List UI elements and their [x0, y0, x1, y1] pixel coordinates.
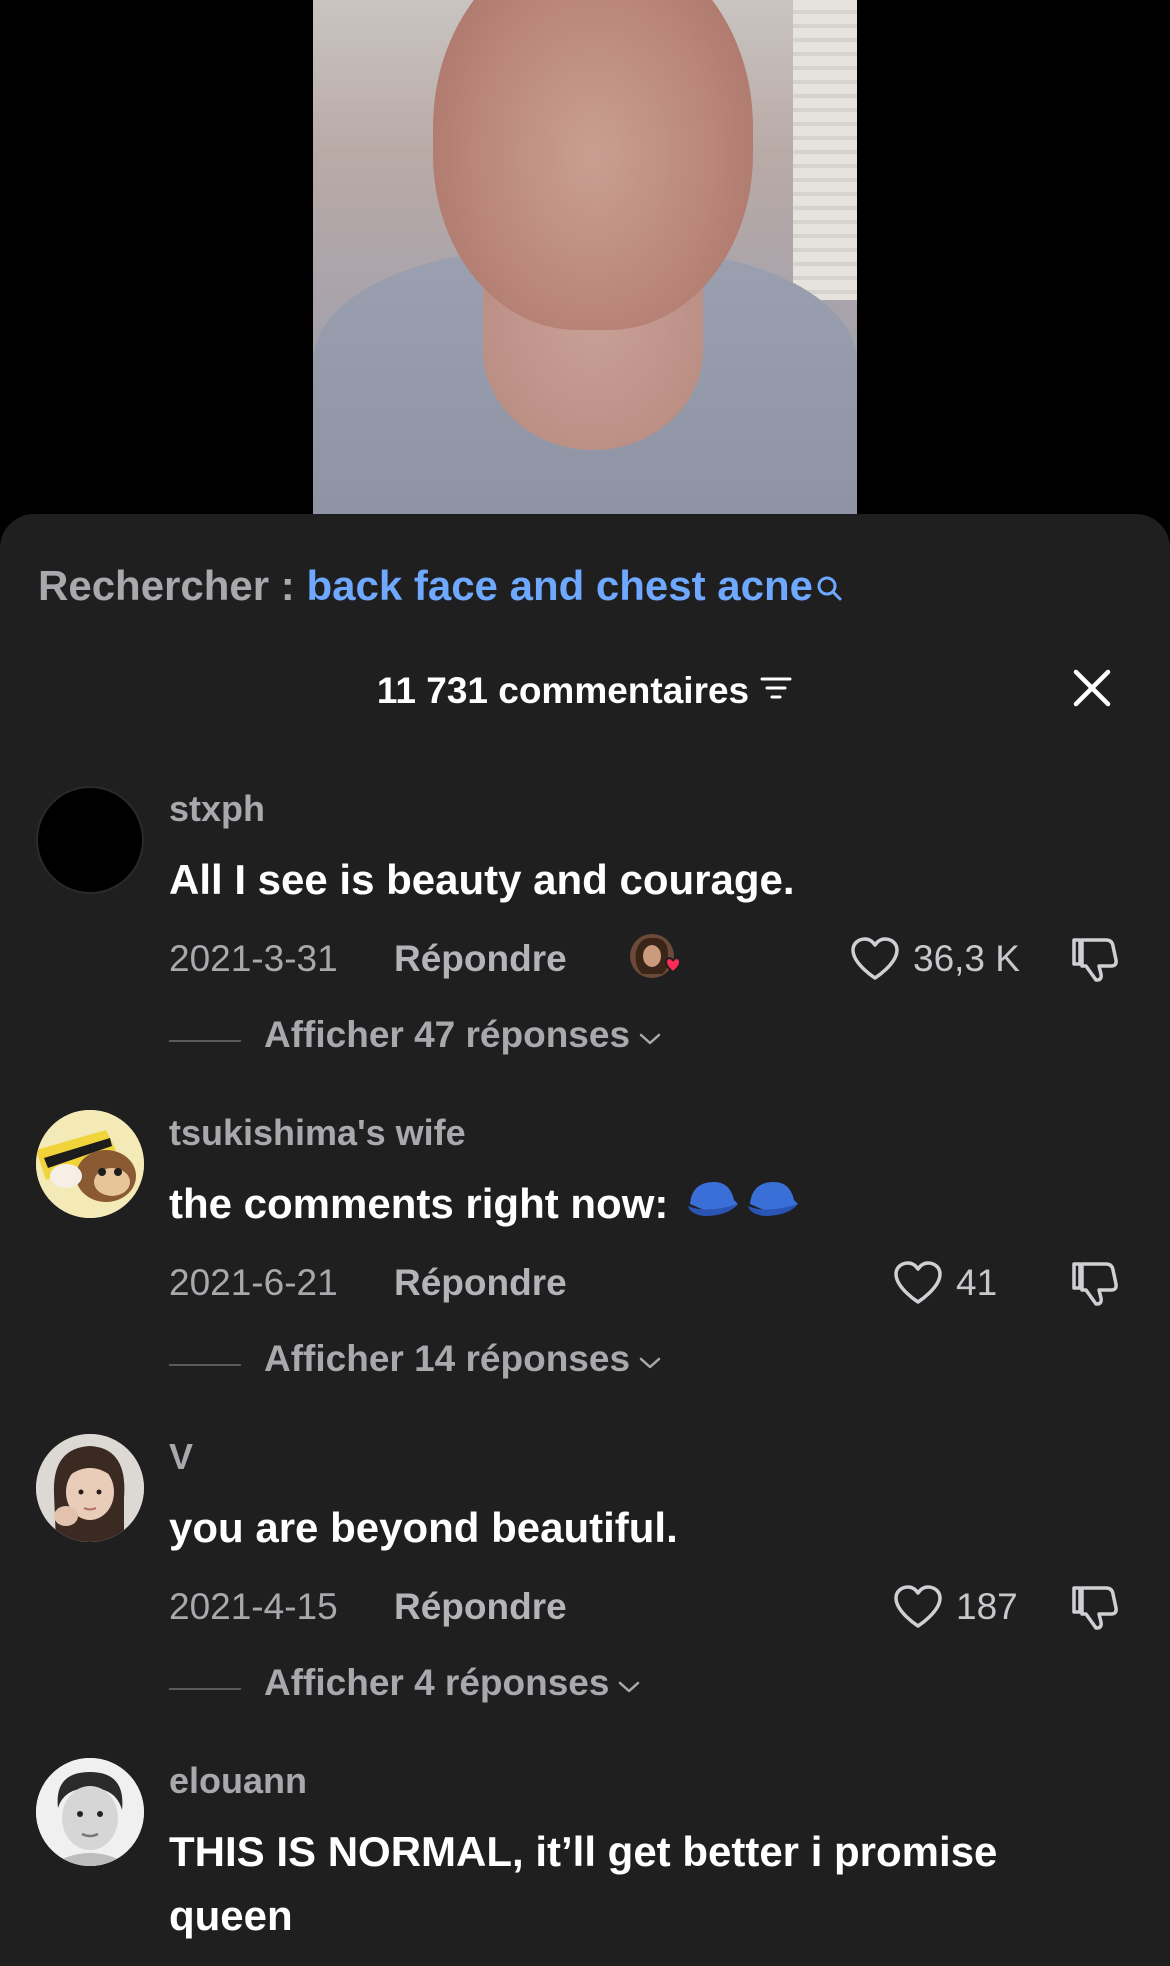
heart-icon[interactable] — [892, 1584, 944, 1630]
video-person-face — [433, 0, 753, 330]
avatar[interactable] — [36, 1434, 144, 1542]
dislike-icon[interactable] — [1068, 1258, 1120, 1313]
heart-icon[interactable] — [892, 1260, 944, 1306]
comments-sheet: Rechercher : back face and chest acne 11… — [0, 514, 1170, 1966]
replies-divider — [169, 1364, 241, 1366]
like-count: 41 — [956, 1262, 998, 1303]
comment-meta: 2021-4-15 Répondre 187 — [169, 1582, 1129, 1632]
search-term-link[interactable]: back face and chest acne — [306, 562, 813, 609]
replies-divider — [169, 1688, 241, 1690]
comment-date: 2021-4-15 — [169, 1586, 338, 1627]
comment-text[interactable]: the comments right now: — [169, 1172, 1119, 1240]
like-count: 36,3 K — [913, 938, 1020, 979]
avatar[interactable] — [36, 1110, 144, 1218]
reply-button[interactable]: Répondre — [394, 938, 567, 980]
close-icon[interactable] — [1068, 664, 1116, 712]
blue-cap-emoji-icon — [684, 1174, 802, 1240]
heart-icon[interactable] — [849, 936, 901, 982]
comment-username[interactable]: elouann — [169, 1760, 307, 1802]
comment-username[interactable]: V — [169, 1436, 193, 1478]
replies-label: Afficher 14 réponses — [264, 1338, 631, 1379]
avatar[interactable] — [36, 786, 144, 894]
replies-label: Afficher 47 réponses — [264, 1014, 631, 1055]
creator-liked-badge — [628, 932, 682, 982]
sort-icon[interactable] — [759, 669, 793, 711]
search-prefix: Rechercher : — [38, 562, 307, 609]
comment-date: 2021-3-31 — [169, 938, 338, 979]
reply-button[interactable]: Répondre — [394, 1586, 567, 1628]
comment-text[interactable]: you are beyond beautiful. — [169, 1496, 1119, 1560]
chevron-down-icon — [617, 1662, 641, 1704]
like-count: 187 — [956, 1586, 1018, 1627]
search-suggestion[interactable]: Rechercher : back face and chest acne — [38, 562, 843, 612]
reply-button[interactable]: Répondre — [394, 1262, 567, 1304]
comment-username[interactable]: tsukishima's wife — [169, 1112, 466, 1154]
comments-count-label: 11 731 commentaires — [376, 670, 750, 711]
comment-text-content: the comments right now: — [169, 1180, 669, 1227]
video-player[interactable] — [0, 0, 1170, 520]
window-blinds — [793, 0, 857, 300]
comment-username[interactable]: stxph — [169, 788, 265, 830]
avatar[interactable] — [36, 1758, 144, 1866]
comments-count-title[interactable]: 11 731 commentaires — [0, 670, 1170, 712]
search-icon[interactable] — [815, 564, 843, 612]
replies-label: Afficher 4 réponses — [264, 1662, 610, 1703]
comment-meta: 2021-6-21 Répondre 41 — [169, 1258, 1129, 1308]
video-frame[interactable] — [313, 0, 857, 514]
replies-divider — [169, 1040, 241, 1042]
view-replies-button[interactable]: Afficher 14 réponses — [169, 1338, 869, 1386]
view-replies-button[interactable]: Afficher 47 réponses — [169, 1014, 869, 1062]
comment-text[interactable]: All I see is beauty and courage. — [169, 848, 1119, 912]
chevron-down-icon — [638, 1014, 662, 1056]
comment-meta: 2021-3-31 Répondre 36,3 K — [169, 934, 1129, 984]
dislike-icon[interactable] — [1068, 1582, 1120, 1637]
comment-text[interactable]: THIS IS NORMAL, it’ll get better i promi… — [169, 1820, 1119, 1948]
dislike-icon[interactable] — [1068, 934, 1120, 989]
view-replies-button[interactable]: Afficher 4 réponses — [169, 1662, 869, 1710]
comment-date: 2021-6-21 — [169, 1262, 338, 1303]
comments-header: 11 731 commentaires — [0, 669, 1170, 730]
chevron-down-icon — [638, 1338, 662, 1380]
